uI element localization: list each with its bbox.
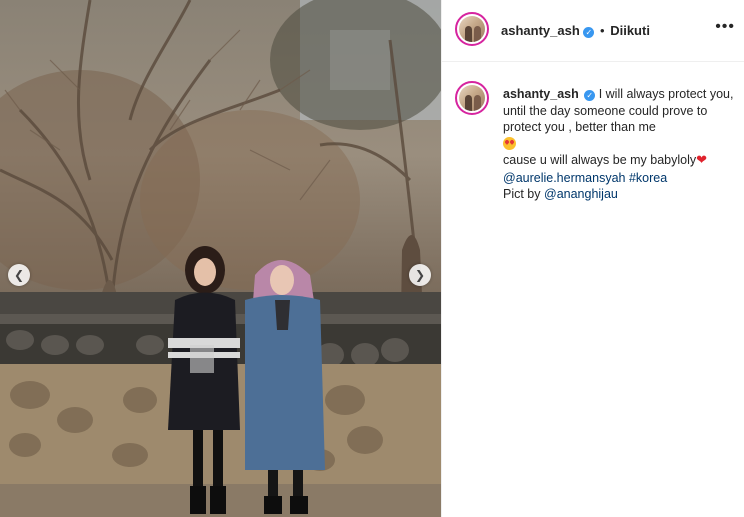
star-struck-emoji-icon xyxy=(503,136,516,150)
chevron-right-icon: ❯ xyxy=(414,268,426,282)
next-photo-button[interactable]: ❯ xyxy=(409,264,431,286)
credit-mention-link[interactable]: @ananghijau xyxy=(544,187,618,201)
chevron-left-icon: ❮ xyxy=(13,268,25,282)
caption-avatar[interactable] xyxy=(455,81,489,115)
caption-body: ashanty_ash ✓ I will always protect you,… xyxy=(503,86,735,136)
header-username[interactable]: ashanty_ash xyxy=(501,23,580,38)
verified-badge-icon: ✓ xyxy=(583,27,595,38)
caption-username[interactable]: ashanty_ash xyxy=(503,87,579,101)
heart-emoji-icon: ❤ xyxy=(696,153,708,168)
post-caption: ashanty_ash ✓ I will always protect you,… xyxy=(503,86,735,203)
caption-text-line2: cause u will always be my babyloly xyxy=(503,153,697,167)
more-options-icon[interactable]: ••• xyxy=(715,18,735,36)
post-photo[interactable]: ❮ ❯ xyxy=(0,0,441,517)
mention-link[interactable]: @aurelie.hermansyah xyxy=(503,171,625,185)
avatar[interactable] xyxy=(455,12,489,46)
credit-prefix: Pict by xyxy=(503,187,541,201)
post-photo-illustration xyxy=(0,0,441,517)
header-separator: • xyxy=(600,23,605,38)
previous-photo-button[interactable]: ❮ xyxy=(8,264,30,286)
follow-status-button[interactable]: Diikuti xyxy=(610,23,650,38)
header-user-line: ashanty_ash ✓ • Diikuti xyxy=(501,23,650,38)
verified-badge-icon: ✓ xyxy=(584,90,596,101)
hashtag-link[interactable]: #korea xyxy=(629,171,667,185)
post-header: ashanty_ash ✓ • Diikuti ••• xyxy=(442,0,744,62)
post-side-panel: ashanty_ash ✓ • Diikuti ••• ashanty_ash … xyxy=(441,0,744,517)
